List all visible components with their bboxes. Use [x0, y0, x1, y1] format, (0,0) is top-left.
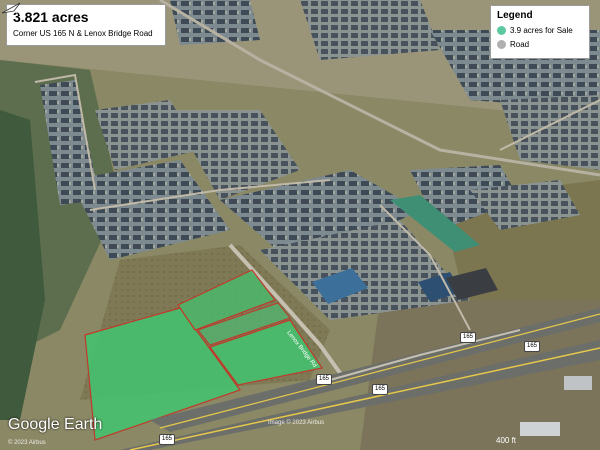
highway-shield: 165 — [460, 332, 476, 343]
gray-circle-icon — [497, 40, 506, 50]
north-arrow-icon[interactable]: N — [0, 0, 24, 16]
svg-text:N: N — [16, 10, 21, 16]
legend-item-sale: 3.9 acres for Sale — [497, 26, 573, 36]
aerial-map[interactable]: 3.821 acres Corner US 165 N & Lenox Brid… — [0, 0, 600, 450]
title-box: 3.821 acres Corner US 165 N & Lenox Brid… — [6, 4, 166, 46]
scale-label: 400 ft — [496, 436, 517, 445]
copyright-center: Image © 2023 Airbus — [268, 420, 325, 426]
legend-label-sale: 3.9 acres for Sale — [510, 26, 573, 35]
location-subtitle: Corner US 165 N & Lenox Bridge Road — [13, 29, 153, 38]
highway-shield: 165 — [316, 374, 332, 385]
legend-title: Legend — [497, 10, 533, 21]
legend-item-road: Road — [497, 40, 530, 50]
acreage-title: 3.821 acres — [13, 9, 89, 25]
google-earth-logo: Google Earth — [8, 416, 103, 433]
copyright-left: © 2023 Airbus — [8, 440, 46, 446]
highway-shield: 165 — [159, 434, 175, 445]
legend-label-road: Road — [510, 40, 530, 49]
highway-shield: 165 — [524, 341, 540, 352]
highway-shield: 165 — [372, 384, 388, 395]
map-imagery — [0, 0, 600, 450]
green-circle-icon — [497, 26, 506, 36]
legend-panel: Legend 3.9 acres for Sale Road — [490, 5, 590, 59]
